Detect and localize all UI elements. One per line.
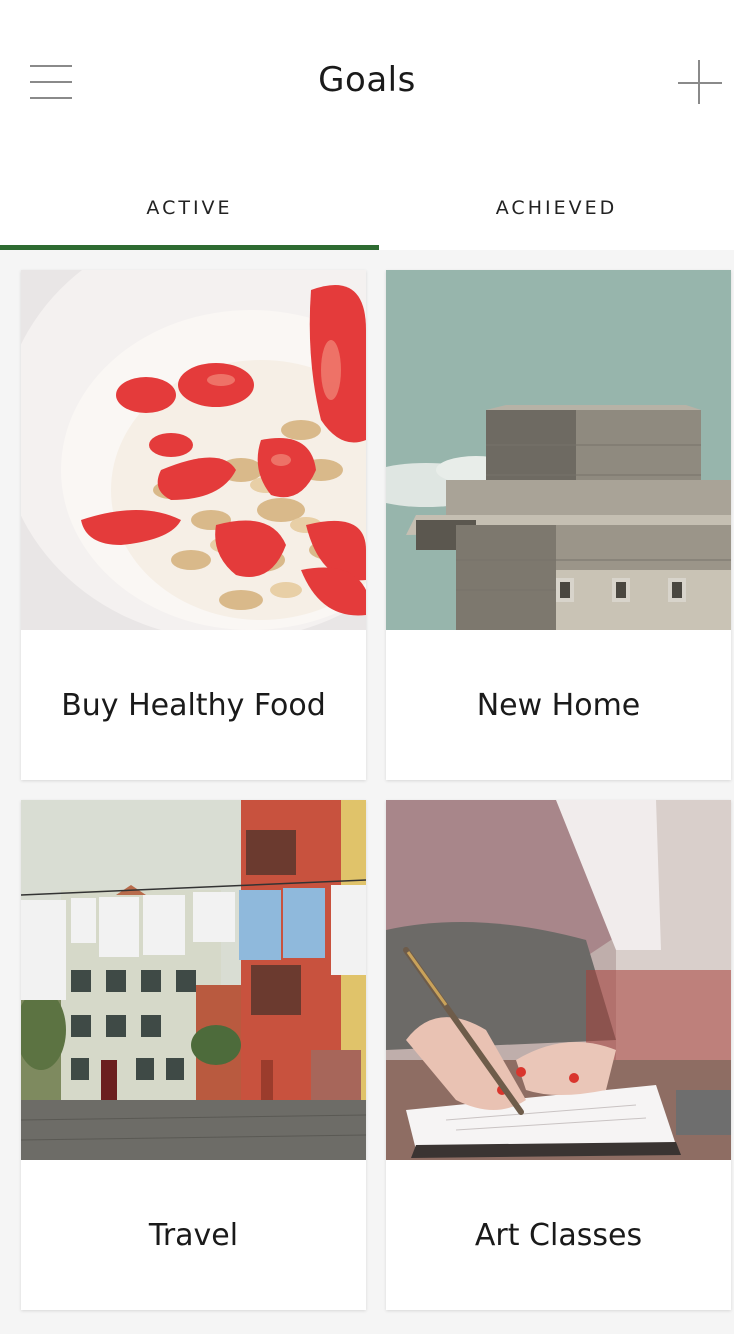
goal-card-travel[interactable]: Travel — [21, 800, 366, 1310]
goal-card-new-home[interactable]: New Home — [386, 270, 731, 780]
plus-icon[interactable] — [676, 60, 722, 106]
goal-title: Art Classes — [474, 1217, 643, 1253]
goals-grid: Buy Healthy Food New Home Travel Art Cla… — [0, 250, 734, 1334]
goal-card-art-classes[interactable]: Art Classes — [386, 800, 731, 1310]
page-title: Goals — [318, 60, 416, 100]
goal-title: Buy Healthy Food — [61, 687, 326, 723]
concrete-building-photo — [386, 270, 731, 630]
goal-card-buy-healthy-food[interactable]: Buy Healthy Food — [21, 270, 366, 780]
tab-active[interactable]: ACTIVE — [0, 165, 379, 250]
person-writing-notebook-photo — [386, 800, 731, 1160]
tab-achieved[interactable]: ACHIEVED — [379, 165, 734, 250]
yogurt-granola-strawberries-photo — [21, 270, 366, 630]
goal-title: New Home — [476, 687, 641, 723]
tab-bar: ACTIVE ACHIEVED — [0, 165, 734, 250]
goal-title: Travel — [148, 1217, 239, 1253]
header: Goals — [0, 0, 734, 165]
street-with-laundry-photo — [21, 800, 366, 1160]
